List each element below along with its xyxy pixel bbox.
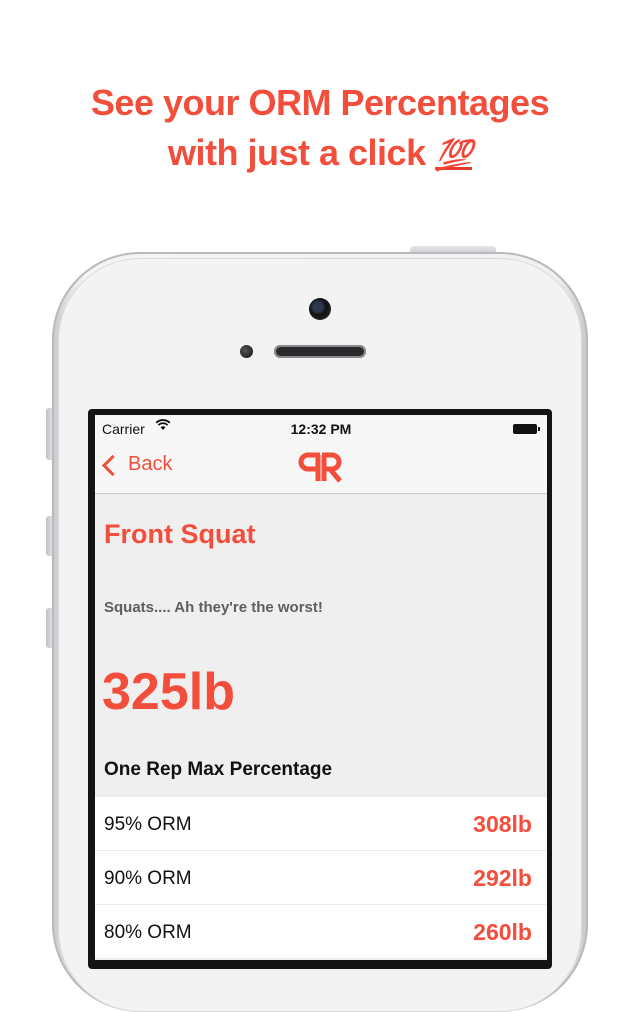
percentage-list: 95% ORM 308lb 90% ORM 292lb 80% ORM 260l…: [95, 797, 547, 959]
percentage-label: 80% ORM: [104, 922, 192, 943]
back-button[interactable]: Back: [101, 453, 173, 477]
clock: 12:32 PM: [290, 421, 352, 437]
earpiece-speaker: [274, 345, 366, 358]
hundred-points-icon: 💯: [435, 139, 472, 172]
battery-icon: [513, 424, 540, 434]
list-item[interactable]: 95% ORM 308lb: [95, 797, 547, 851]
app-logo: [296, 451, 346, 483]
back-label: Back: [128, 453, 173, 475]
section-title: One Rep Max Percentage: [104, 759, 333, 780]
percentage-label: 90% ORM: [104, 868, 192, 889]
list-item[interactable]: 90% ORM 292lb: [95, 851, 547, 905]
exercise-title: Front Squat: [104, 519, 256, 549]
percentage-weight: 308lb: [473, 811, 532, 837]
percentage-weight: 292lb: [473, 865, 532, 891]
percentage-weight: 260lb: [473, 919, 532, 945]
list-item[interactable]: 80% ORM 260lb: [95, 905, 547, 959]
proximity-sensor: [240, 345, 253, 358]
headline-line-2-text: with just a click: [168, 132, 426, 173]
app-screen: Carrier 12:32 PM Back Front Squat Squats…: [95, 415, 547, 960]
navigation-bar: Back: [95, 441, 547, 494]
exercise-description: Squats.... Ah they're the worst!: [104, 599, 323, 616]
percentage-label: 95% ORM: [104, 814, 192, 835]
headline-line-2: with just a click 💯: [0, 128, 640, 181]
headline: See your ORM Percentages with just a cli…: [0, 78, 640, 181]
one-rep-max-value: 325lb: [102, 663, 235, 721]
front-camera: [309, 298, 331, 320]
status-bar: Carrier 12:32 PM: [95, 415, 547, 441]
headline-line-1: See your ORM Percentages: [90, 82, 550, 123]
chevron-left-icon: [101, 454, 124, 477]
